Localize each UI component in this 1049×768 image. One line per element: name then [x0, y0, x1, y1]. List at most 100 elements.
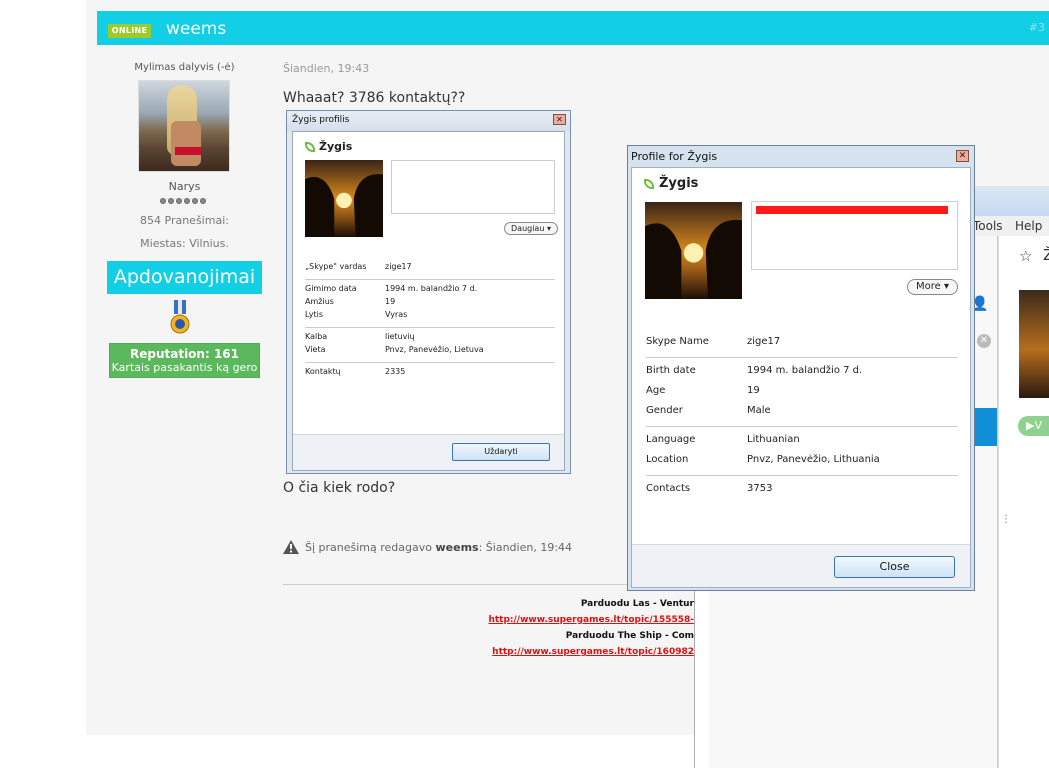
close-button[interactable]: Close [834, 556, 955, 578]
menu-help[interactable]: Help [1015, 219, 1042, 233]
profile-field-label: Kontaktų [305, 367, 341, 376]
profile-field-value: Pnvz, Panevėžio, Lietuva [385, 345, 484, 354]
profile-row: Lytis Vyras [305, 310, 555, 323]
small-profile-photo [305, 160, 383, 237]
profile-field-value: Vyras [385, 310, 408, 319]
profile-field-value: zige17 [385, 262, 412, 271]
profile-field-label: Vieta [305, 345, 326, 354]
profile-rows: Skype Name zige17 Birth date 1994 m. baland… [646, 336, 958, 503]
clear-search-icon[interactable]: ✕ [977, 334, 991, 348]
profile-row: Age 19 [646, 385, 958, 405]
profile-field-label: Gender [646, 405, 683, 416]
awards-heading: Apdovanojimai [107, 261, 262, 294]
post-timestamp: Šiandien, 19:43 [283, 62, 370, 75]
profile-field-label: Kalba [305, 332, 328, 341]
more-button[interactable]: More ▾ [907, 279, 958, 295]
small-profile-name: Žygis [305, 140, 352, 153]
profile-field-value: 2335 [385, 367, 406, 376]
small-more-button[interactable]: Daugiau ▾ [504, 222, 558, 235]
post-author-link[interactable]: weems [166, 19, 226, 39]
profile-name-text: Žygis [659, 176, 699, 191]
favorite-star-icon[interactable]: ☆ [1019, 247, 1032, 265]
profile-row: Gender Male [646, 405, 958, 425]
profile-field-value: zige17 [747, 336, 781, 347]
row-separator [305, 327, 555, 328]
mood-message-box[interactable] [751, 201, 958, 270]
profile-row: „Skype" vardas zige17 [305, 262, 555, 275]
medal-icon[interactable] [170, 300, 190, 336]
reputation-box: Reputation: 161 Kartais pasakantis ką ge… [109, 343, 260, 378]
signature-line: Parduodu Las - Ventur [580, 599, 694, 609]
profile-field-value: Male [747, 405, 771, 416]
row-separator [305, 362, 555, 363]
pane-divider[interactable] [997, 236, 998, 768]
row-separator [646, 357, 958, 358]
avatar[interactable] [138, 80, 230, 172]
small-profile-window: Žygis profilis ✕ Žygis Daugiau ▾ „Skype"… [286, 110, 571, 474]
member-group: Narys [168, 180, 201, 193]
profile-field-value: lietuvių [385, 332, 415, 341]
profile-window: Profile for Žygis ✕ Žygis More ▾ Skype N… [627, 145, 975, 591]
profile-row: Location Pnvz, Panevėžio, Lithuania [646, 454, 958, 474]
profile-field-value: 3753 [747, 483, 773, 494]
close-icon[interactable]: ✕ [956, 150, 969, 162]
signature-line: Parduodu The Ship - Com [565, 631, 694, 641]
small-close-button[interactable]: Uždaryti [452, 443, 550, 461]
row-separator [305, 279, 555, 280]
contact-header-name: Ž [1043, 246, 1049, 264]
edit-note-user[interactable]: weems [436, 541, 479, 554]
profile-field-value: 1994 m. balandžio 7 d. [385, 284, 478, 293]
status-leaf-icon [644, 178, 654, 189]
video-call-button[interactable]: ▶V [1018, 416, 1049, 436]
post-number-link[interactable]: #3 [1029, 21, 1045, 34]
profile-field-label: „Skype" vardas [305, 262, 367, 271]
warning-icon [283, 540, 299, 554]
profile-row: Kalba lietuvių [305, 332, 555, 345]
profile-row: Amžius 19 [305, 297, 555, 310]
status-leaf-icon [305, 141, 315, 152]
online-badge: ONLINE [108, 24, 151, 38]
post-count: 854 Pranešimai: [140, 214, 229, 227]
profile-row: Kontaktų 2335 [305, 367, 555, 380]
row-separator [646, 426, 958, 427]
profile-footer: Close [632, 544, 970, 587]
profile-field-label: Lytis [305, 310, 323, 319]
profile-field-label: Age [646, 385, 666, 396]
profile-field-label: Language [646, 434, 696, 445]
profile-field-label: Contacts [646, 483, 691, 494]
profile-field-value: 19 [747, 385, 760, 396]
profile-row: Birth date 1994 m. balandžio 7 d. [646, 365, 958, 385]
profile-row: Language Lithuanian [646, 434, 958, 454]
signature-link[interactable]: http://www.supergames.lt/topic/160982 [400, 647, 694, 657]
small-profile-body: Žygis Daugiau ▾ „Skype" vardas zige17 Gimi… [292, 131, 565, 471]
profile-field-label: Gimimo data [305, 284, 357, 293]
small-mood-box[interactable] [391, 160, 555, 214]
splitter-handle-icon[interactable]: ⋮ [1001, 514, 1011, 525]
profile-name: Žygis [644, 176, 698, 191]
profile-field-label: Location [646, 454, 689, 465]
profile-field-value: 19 [385, 297, 396, 306]
profile-field-label: Amžius [305, 297, 334, 306]
row-separator [646, 475, 958, 476]
profile-field-value: 1994 m. balandžio 7 d. [747, 365, 863, 376]
author-panel: Mylimas dalyvis (-ė) Narys 854 Pranešima… [107, 60, 262, 390]
profile-field-value: Lithuanian [747, 434, 800, 445]
profile-body: Žygis More ▾ Skype Name zige17 Birth date 1… [631, 167, 971, 588]
edit-note-prefix: Šį pranešimą redagavo [305, 540, 432, 554]
edit-note-time: : Šiandien, 19:44 [478, 540, 573, 554]
menu-tools[interactable]: Tools [973, 219, 1003, 233]
profile-photo [645, 202, 742, 299]
small-profile-title: Žygis profilis [287, 111, 570, 131]
rank-pips [160, 198, 210, 206]
close-icon[interactable]: ✕ [553, 114, 566, 125]
small-profile-name-text: Žygis [319, 140, 353, 153]
redaction-bar [756, 206, 948, 214]
post-header: ONLINE weems #3 [97, 11, 1049, 45]
post-text-2: O čia kiek rodo? [283, 480, 396, 496]
profile-field-label: Birth date [646, 365, 696, 376]
profile-row: Gimimo data 1994 m. balandžio 7 d. [305, 284, 555, 297]
signature-link[interactable]: http://www.supergames.lt/topic/155558- [400, 615, 694, 625]
reputation-label: Kartais pasakantis ką gero [111, 361, 258, 374]
post-text: Whaaat? 3786 kontaktų?? [283, 90, 466, 106]
small-profile-rows: „Skype" vardas zige17 Gimimo data 1994 m. b… [305, 262, 555, 380]
